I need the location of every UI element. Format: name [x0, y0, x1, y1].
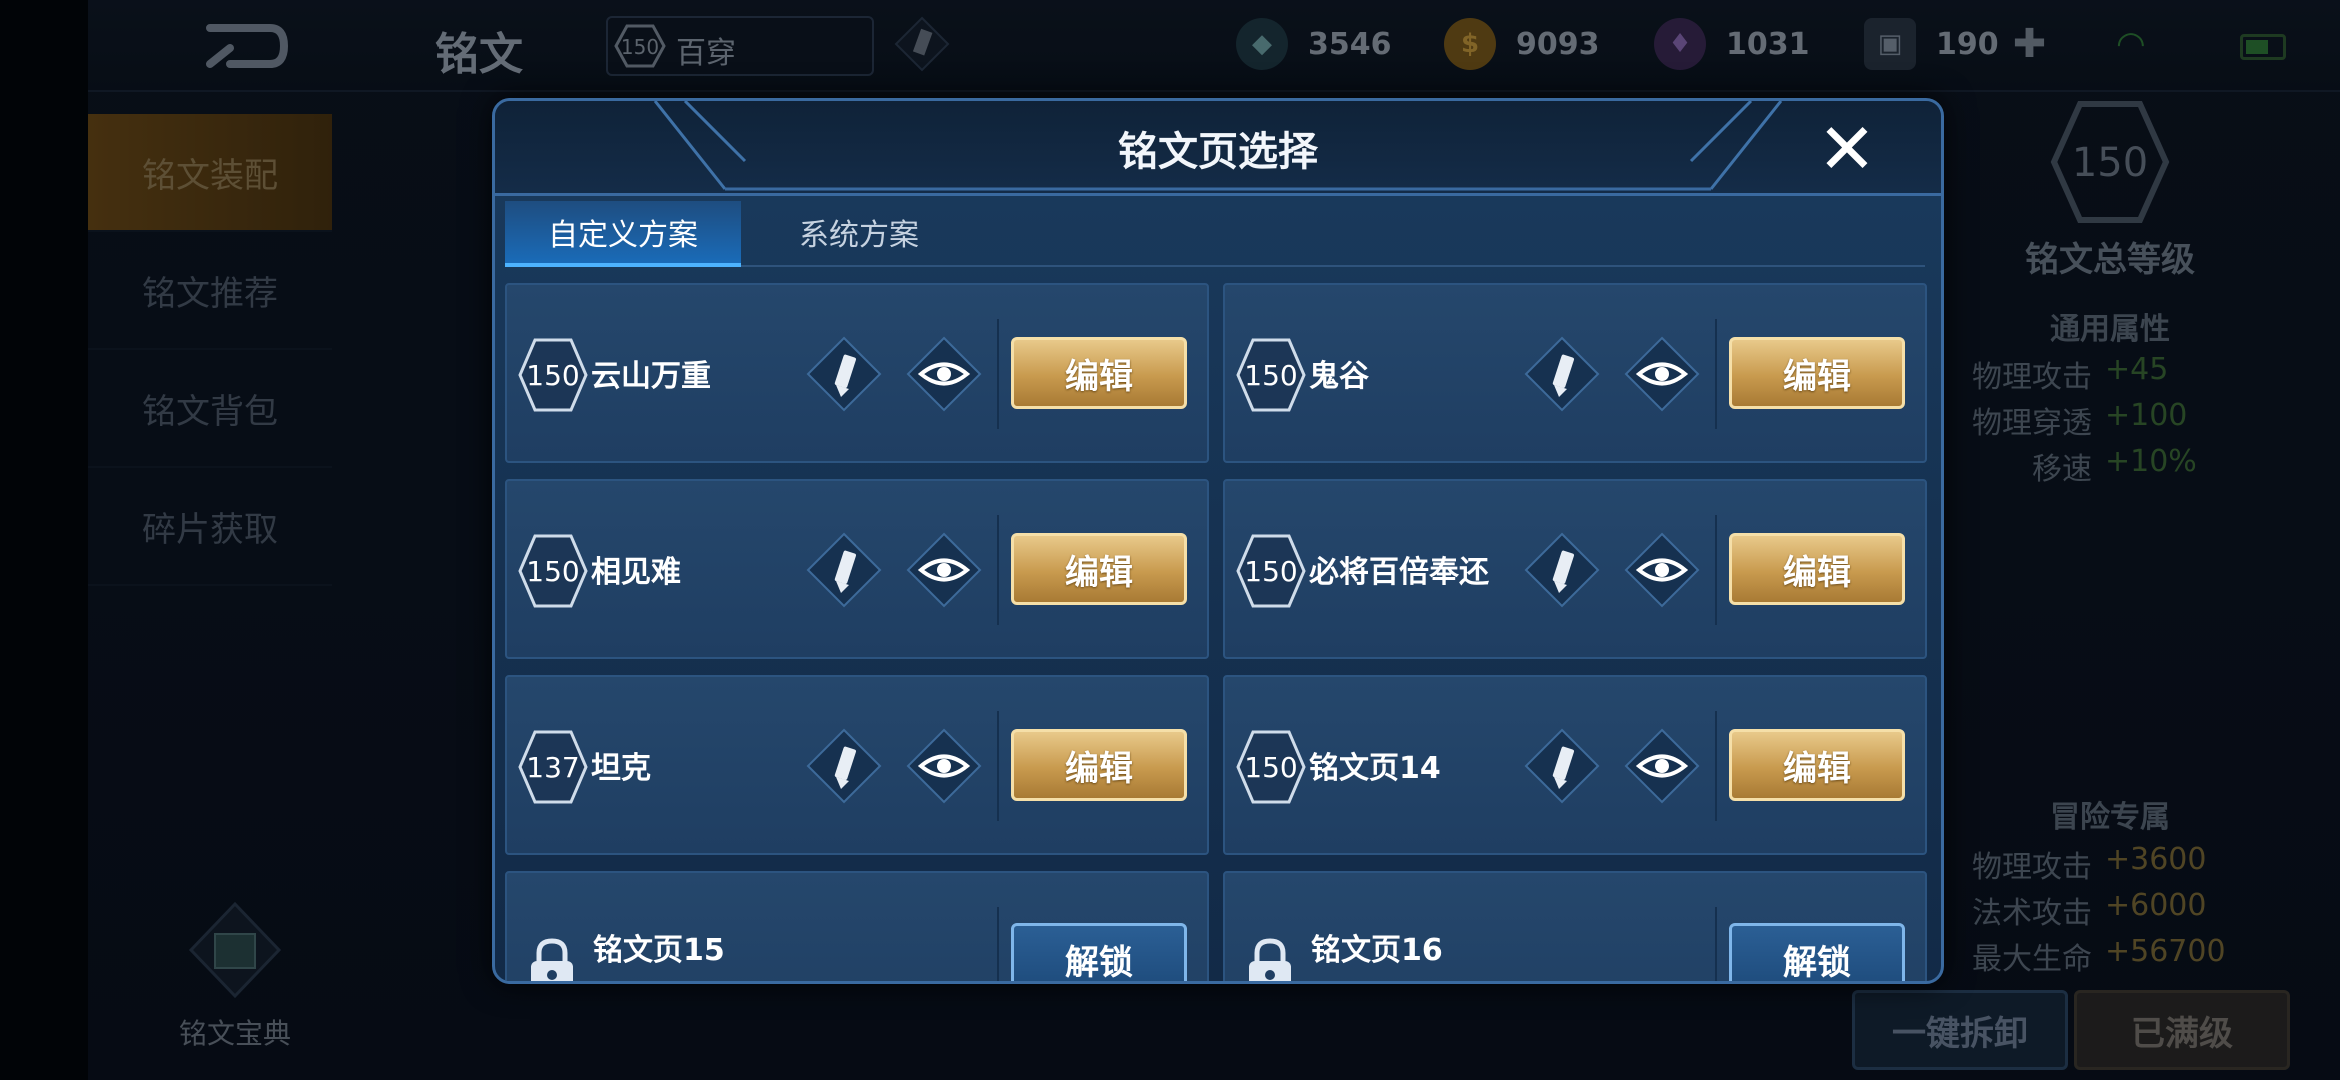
- page-card[interactable]: 150 云山万重 编辑: [505, 283, 1209, 463]
- page-name: 鬼谷: [1309, 359, 1369, 394]
- unlock-button[interactable]: 解锁: [1729, 923, 1905, 981]
- divider: [1715, 515, 1717, 625]
- pencil-icon[interactable]: [1523, 531, 1601, 609]
- page-card[interactable]: 150 必将百倍奉还 编辑: [1223, 479, 1927, 659]
- eye-icon[interactable]: [905, 335, 983, 413]
- svg-text:150: 150: [1244, 359, 1297, 392]
- level-hex-icon: 150: [1236, 338, 1306, 412]
- locked-page-card[interactable]: 铭文页16 解锁: [1223, 871, 1927, 981]
- page-card[interactable]: 150 鬼谷 编辑: [1223, 283, 1927, 463]
- divider: [1715, 711, 1717, 821]
- divider: [997, 515, 999, 625]
- svg-text:150: 150: [526, 359, 579, 392]
- locked-page-card[interactable]: 铭文页15 解锁: [505, 871, 1209, 981]
- edit-button[interactable]: 编辑: [1729, 533, 1905, 605]
- edit-button[interactable]: 编辑: [1011, 533, 1187, 605]
- tab-custom[interactable]: 自定义方案: [505, 201, 741, 267]
- level-hex-icon: 150: [518, 338, 588, 412]
- level-hex-icon: 150: [518, 534, 588, 608]
- eye-icon[interactable]: [1623, 727, 1701, 805]
- pencil-icon[interactable]: [1523, 727, 1601, 805]
- page-name: 铭文页14: [1309, 751, 1441, 786]
- edit-button[interactable]: 编辑: [1011, 337, 1187, 409]
- page-name: 必将百倍奉还: [1309, 555, 1489, 590]
- divider: [1715, 319, 1717, 429]
- lock-icon: [1249, 938, 1291, 981]
- eye-icon[interactable]: [905, 531, 983, 609]
- pencil-icon[interactable]: [805, 531, 883, 609]
- close-button[interactable]: ✕: [1813, 108, 1881, 190]
- pencil-icon[interactable]: [805, 335, 883, 413]
- eye-icon[interactable]: [1623, 335, 1701, 413]
- dialog-header: 铭文页选择 ✕: [495, 101, 1941, 196]
- eye-icon[interactable]: [905, 727, 983, 805]
- unlock-button[interactable]: 解锁: [1011, 923, 1187, 981]
- page-card[interactable]: 137 坦克 编辑: [505, 675, 1209, 855]
- level-hex-icon: 137: [518, 730, 588, 804]
- level-hex-icon: 150: [1236, 534, 1306, 608]
- page-card[interactable]: 150 铭文页14 编辑: [1223, 675, 1927, 855]
- close-icon: ✕: [1817, 108, 1877, 190]
- dialog-title: 铭文页选择: [1118, 129, 1318, 175]
- divider: [997, 319, 999, 429]
- edit-button[interactable]: 编辑: [1729, 729, 1905, 801]
- pencil-icon[interactable]: [805, 727, 883, 805]
- edit-button[interactable]: 编辑: [1011, 729, 1187, 801]
- divider: [997, 907, 999, 981]
- divider: [997, 711, 999, 821]
- divider: [1715, 907, 1717, 981]
- svg-text:137: 137: [526, 751, 579, 784]
- level-hex-icon: 150: [1236, 730, 1306, 804]
- page-name: 坦克: [591, 751, 651, 786]
- svg-text:150: 150: [1244, 751, 1297, 784]
- edit-button[interactable]: 编辑: [1729, 337, 1905, 409]
- svg-text:150: 150: [526, 555, 579, 588]
- page-card[interactable]: 150 相见难 编辑: [505, 479, 1209, 659]
- lock-icon: [531, 938, 573, 981]
- page-name: 铭文页16: [1311, 933, 1443, 968]
- tab-system[interactable]: 系统方案: [741, 201, 977, 263]
- svg-text:150: 150: [1244, 555, 1297, 588]
- page-name: 相见难: [591, 555, 681, 590]
- page-name: 云山万重: [591, 359, 711, 394]
- page-name: 铭文页15: [593, 933, 725, 968]
- pencil-icon[interactable]: [1523, 335, 1601, 413]
- page-select-dialog: 铭文页选择 ✕ 自定义方案 系统方案 150 云山万重 编辑 150 鬼谷 编辑…: [492, 98, 1944, 984]
- scheme-tabs: 自定义方案 系统方案: [505, 201, 1925, 267]
- eye-icon[interactable]: [1623, 531, 1701, 609]
